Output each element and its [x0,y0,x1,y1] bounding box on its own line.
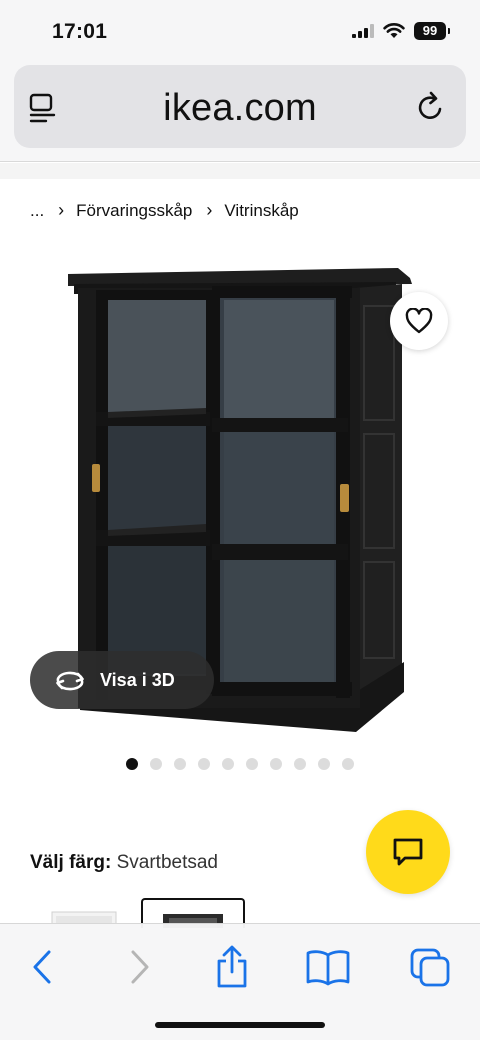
url-text[interactable]: ikea.com [14,87,466,130]
rotate-3d-icon [56,671,84,691]
color-label-key: Välj färg: [30,852,112,873]
carousel-dot[interactable] [126,758,138,770]
carousel-dot[interactable] [342,758,354,770]
carousel-dots [126,758,354,770]
back-button[interactable] [14,942,70,992]
carousel-dot[interactable] [174,758,186,770]
chat-button[interactable] [366,810,450,894]
browser-toolbar [0,923,480,1040]
breadcrumb-item-glass-cabinets[interactable]: Vitrinskåp [224,201,298,221]
forward-icon [131,950,149,984]
chat-icon [393,838,423,866]
status-time: 17:01 [52,20,108,43]
carousel-dot[interactable] [318,758,330,770]
status-icons: 99 [352,22,450,40]
carousel-dot[interactable] [222,758,234,770]
tabs-button[interactable] [402,942,458,992]
carousel-dot[interactable] [198,758,210,770]
status-bar: 17:01 99 [0,0,480,60]
wifi-icon [383,23,405,38]
carousel-dot[interactable] [150,758,162,770]
breadcrumb-ellipsis[interactable]: ... [30,201,44,221]
view-3d-button[interactable]: Visa i 3D [30,651,214,709]
url-bar[interactable]: ikea.com [14,65,466,148]
breadcrumb: ... › Förvaringsskåp › Vitrinskåp [30,200,299,221]
carousel-dot[interactable] [246,758,258,770]
breadcrumb-item-storage-cabinets[interactable]: Förvaringsskåp [76,201,192,221]
breadcrumb-separator: › [206,200,213,220]
favorite-button[interactable] [390,292,448,350]
carousel-dot[interactable] [270,758,282,770]
color-label-value: Svartbetsad [116,852,218,873]
back-icon [33,950,51,984]
forward-button[interactable] [112,942,168,992]
bookmarks-icon [306,950,350,986]
battery-icon: 99 [414,22,450,40]
signal-icon [352,24,374,38]
heart-icon [405,308,433,334]
view-3d-label: Visa i 3D [100,669,175,690]
color-selection-label: Välj färg: Svartbetsad [30,852,218,874]
page: 17:01 99 ikea.com ... › Förvaringsskåp ›… [0,0,480,1040]
carousel-dot[interactable] [294,758,306,770]
section-divider [0,163,480,179]
reload-icon[interactable] [414,89,448,125]
home-indicator [155,1022,325,1028]
bookmarks-button[interactable] [300,942,356,992]
browser-header: ikea.com [0,60,480,162]
tabs-icon [410,948,450,987]
breadcrumb-separator: › [58,200,65,220]
share-button[interactable] [204,942,260,992]
share-icon [217,945,247,988]
